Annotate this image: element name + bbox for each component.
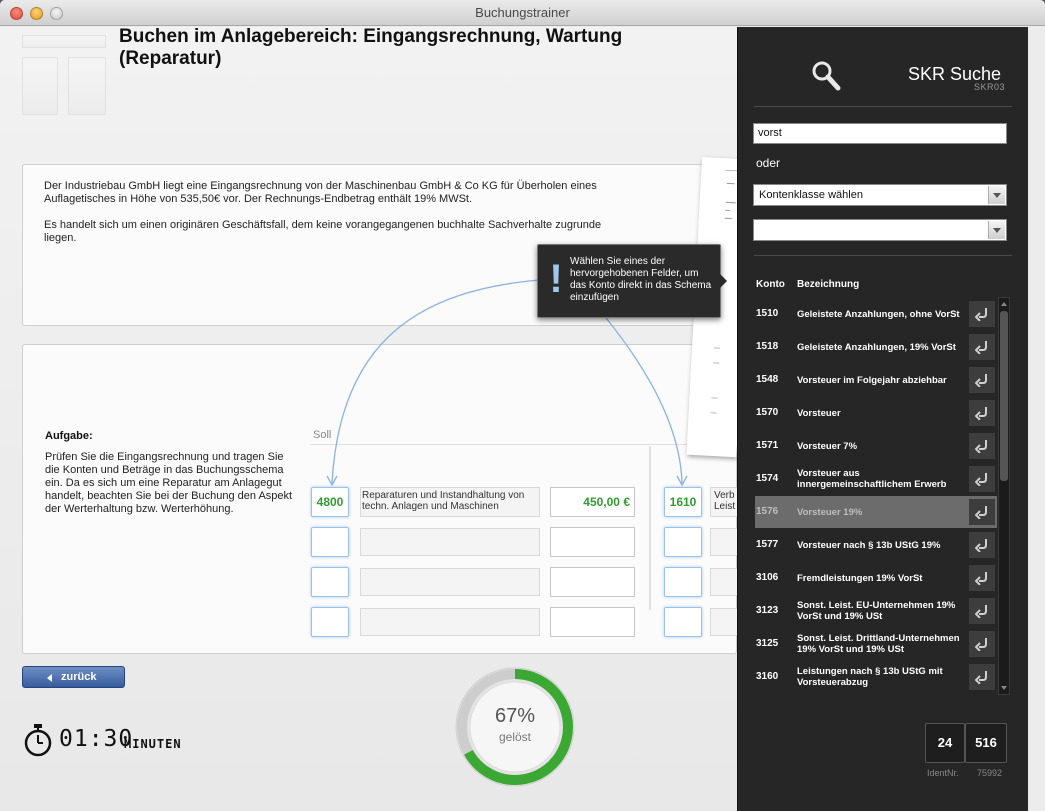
- account-row[interactable]: 3123 Sonst. Leist. EU-Unternehmen 19% Vor…: [755, 595, 997, 627]
- account-row[interactable]: 1510 Geleistete Anzahlungen, ohne VorSt: [755, 298, 997, 330]
- account-row[interactable]: 1570 Vorsteuer: [755, 397, 997, 429]
- insert-account-icon[interactable]: [969, 433, 995, 459]
- account-name: Geleistete Anzahlungen, 19% VorSt: [797, 341, 956, 353]
- column-header-bezeichnung: Bezeichnung: [797, 279, 860, 290]
- account-name: Vorsteuer nach § 13b UStG 19%: [797, 539, 941, 551]
- ident-counter-b: 516: [965, 723, 1007, 763]
- progress-percent: 67%: [494, 705, 536, 727]
- insert-account-icon[interactable]: [969, 565, 995, 591]
- hint-tooltip: ! Wählen Sie eines der hervorgehobenen F…: [537, 244, 727, 318]
- account-name: Vorsteuer aus innergemeinschaftlichem Er…: [797, 468, 947, 490]
- account-row[interactable]: 3125 Sonst. Leist. Drittland-Unternehmen …: [755, 628, 997, 660]
- window-edge: [1028, 27, 1045, 811]
- account-row[interactable]: 3106 Fremdleistungen 19% VorSt: [755, 562, 997, 594]
- account-list-scrollbar[interactable]: [998, 297, 1010, 695]
- connector-arrows: [326, 279, 688, 487]
- app-window: Buchungstrainer Buchen im Anlagebereich:…: [0, 0, 1045, 811]
- account-name: Geleistete Anzahlungen, ohne VorSt: [797, 308, 960, 320]
- chevron-down-icon: [988, 221, 1005, 239]
- scroll-down-icon[interactable]: [1001, 686, 1007, 690]
- back-arrow-icon: [47, 674, 52, 682]
- search-input[interactable]: vorst: [753, 123, 1007, 144]
- account-number: 1570: [756, 407, 779, 418]
- divider: [754, 255, 1012, 256]
- scrollbar-thumb[interactable]: [1000, 311, 1008, 481]
- insert-account-icon[interactable]: [969, 367, 995, 393]
- account-number: 3106: [756, 572, 779, 583]
- tooltip-arrow: [720, 274, 727, 288]
- account-select[interactable]: [753, 219, 1007, 241]
- timer-unit: MINUTEN: [124, 737, 182, 751]
- scroll-up-icon[interactable]: [1001, 302, 1007, 306]
- sidebar-subtitle: SKR03: [973, 82, 1005, 92]
- account-number: 1577: [756, 539, 779, 550]
- stopwatch-icon: [24, 724, 52, 757]
- account-name: Sonst. Leist. EU-Unternehmen 19% VorSt u…: [797, 600, 956, 622]
- ident-counter-a: 24: [925, 723, 965, 763]
- account-row[interactable]: 1577 Vorsteuer nach § 13b UStG 19%: [755, 529, 997, 561]
- timer-value: 01:30: [59, 726, 134, 752]
- account-row[interactable]: 1571 Vorsteuer 7%: [755, 430, 997, 462]
- account-number: 1574: [756, 473, 779, 484]
- account-class-select[interactable]: Kontenklasse wählen: [753, 184, 1007, 206]
- account-number: 1548: [756, 374, 779, 385]
- account-number: 3125: [756, 638, 779, 649]
- insert-account-icon[interactable]: [969, 334, 995, 360]
- account-name: Leistungen nach § 13b UStG mit Vorsteuer…: [797, 666, 943, 688]
- account-row[interactable]: 3160 Leistungen nach § 13b UStG mit Vorst…: [755, 661, 997, 693]
- divider: [754, 106, 1012, 107]
- tooltip-text: Wählen Sie eines der hervorgehobenen Fel…: [570, 256, 712, 303]
- account-row[interactable]: 1548 Vorsteuer im Folgejahr abziehbar: [755, 364, 997, 396]
- insert-account-icon[interactable]: [969, 301, 995, 327]
- account-row[interactable]: 1574 Vorsteuer aus innergemeinschaftliche…: [755, 463, 997, 495]
- progress-gauge: 67% gelöst: [455, 667, 575, 787]
- or-label: oder: [756, 156, 781, 170]
- account-row[interactable]: 1518 Geleistete Anzahlungen, 19% VorSt: [755, 331, 997, 363]
- account-name: Vorsteuer 19%: [797, 506, 863, 518]
- ident-number: 75992: [977, 768, 1003, 778]
- chevron-down-icon: [988, 186, 1005, 204]
- insert-account-icon[interactable]: [969, 466, 995, 492]
- progress-caption: gelöst: [498, 730, 532, 744]
- account-name: Vorsteuer im Folgejahr abziehbar: [797, 374, 947, 386]
- account-number: 3160: [756, 671, 779, 682]
- account-number: 1518: [756, 341, 779, 352]
- back-button-label: zurück: [61, 671, 97, 683]
- back-button[interactable]: zurück: [22, 666, 125, 688]
- insert-account-icon[interactable]: [969, 664, 995, 690]
- column-header-konto: Konto: [756, 279, 785, 290]
- account-name: Vorsteuer 7%: [797, 440, 858, 452]
- insert-account-icon[interactable]: [969, 631, 995, 657]
- account-name: Fremdleistungen 19% VorSt: [797, 572, 923, 584]
- insert-account-icon[interactable]: [969, 400, 995, 426]
- account-name: Sonst. Leist. Drittland-Unternehmen 19% …: [797, 633, 960, 655]
- insert-account-icon[interactable]: [969, 532, 995, 558]
- account-class-select-value: Kontenklasse wählen: [759, 189, 863, 201]
- search-icon: [812, 61, 841, 91]
- account-number: 3123: [756, 605, 779, 616]
- exclamation-icon: !: [549, 257, 563, 301]
- account-number: 1571: [756, 440, 779, 451]
- account-number: 1576: [756, 506, 779, 517]
- insert-account-icon[interactable]: [969, 598, 995, 624]
- ident-label: IdentNr.: [927, 768, 959, 778]
- insert-account-icon[interactable]: [969, 499, 995, 525]
- account-name: Vorsteuer: [797, 407, 841, 419]
- account-row[interactable]: 1576 Vorsteuer 19%: [755, 496, 997, 528]
- account-number: 1510: [756, 308, 779, 319]
